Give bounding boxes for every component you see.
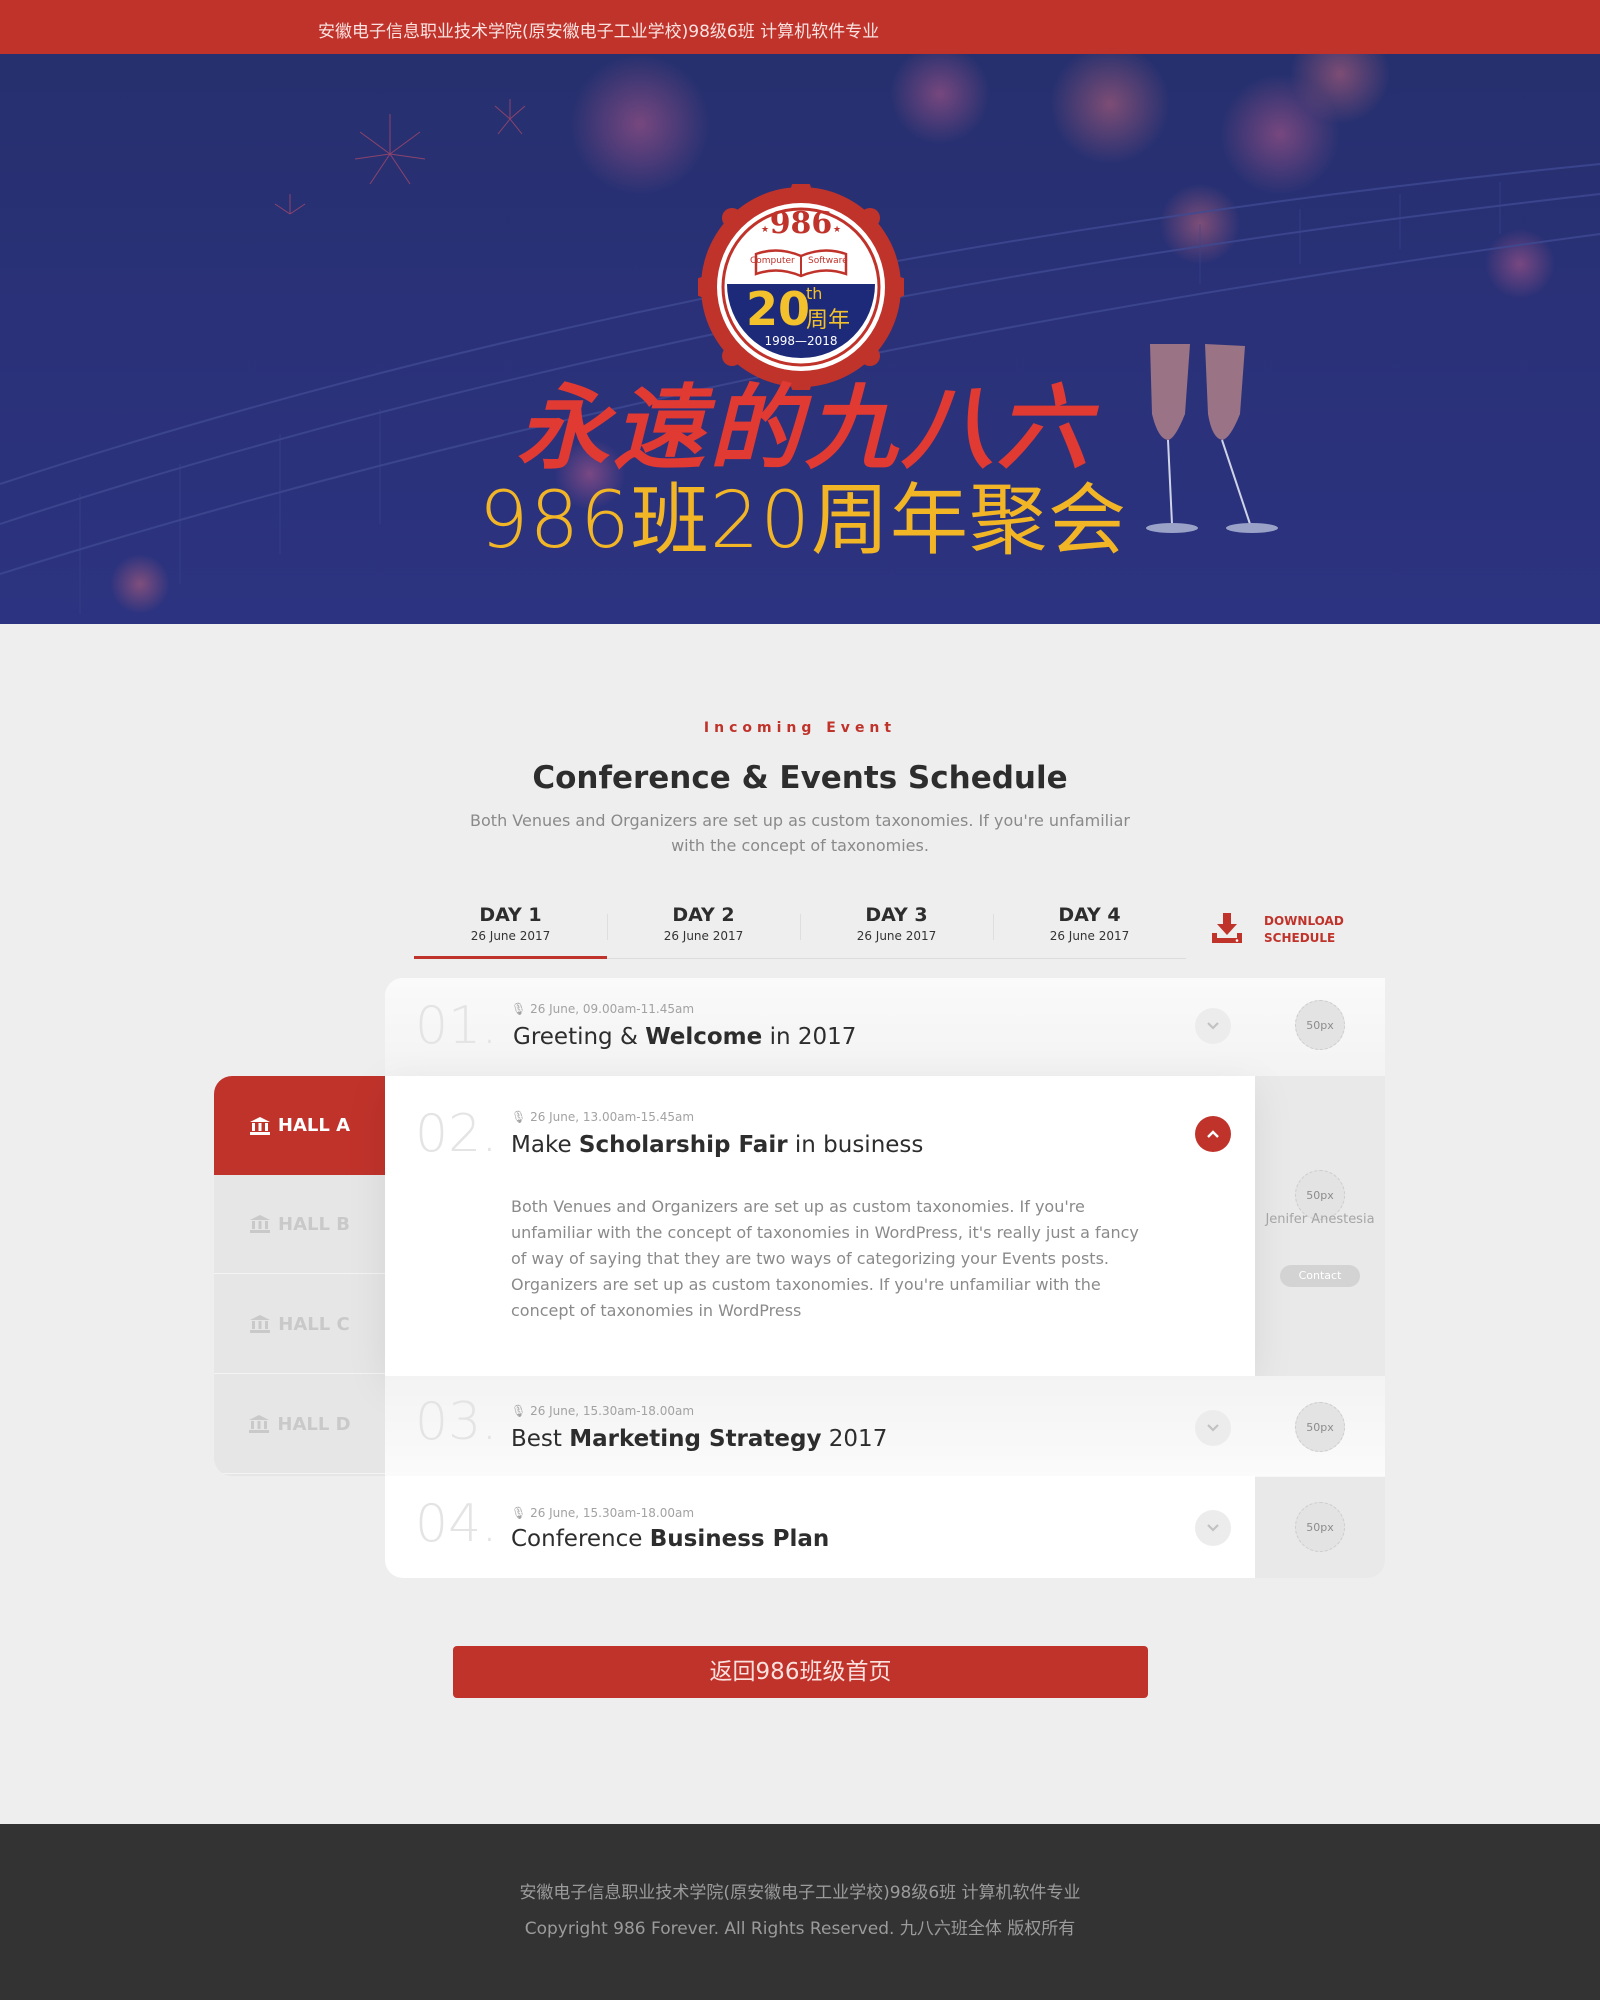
tab-day-date: 26 June 2017 — [663, 929, 744, 943]
badge-number: 986 — [769, 206, 833, 241]
footer: 安徽电子信息职业技术学院(原安徽电子工业学校)98级6班 计算机软件专业 Cop… — [0, 1824, 1600, 2000]
tab-day-date: 26 June 2017 — [470, 929, 551, 943]
chevron-up-icon — [1207, 1130, 1219, 1138]
download-icon — [1212, 913, 1242, 943]
download-label: DOWNLOAD SCHEDULE — [1264, 913, 1344, 947]
hall-label: HALL C — [278, 1313, 350, 1335]
expand-toggle[interactable] — [1195, 1410, 1231, 1446]
top-bar: 安徽电子信息职业技术学院(原安徽电子工业学校)98级6班 计算机软件专业 — [0, 0, 1600, 54]
section-eyebrow: Incoming Event — [703, 720, 897, 736]
event-row-4[interactable]: 04. 🎙 26 June, 15.30am-18.00am Conferenc… — [385, 1476, 1385, 1578]
event-time: 🎙 26 June, 13.00am-15.45am — [511, 1110, 695, 1124]
tab-day-label: DAY 4 — [1058, 904, 1121, 926]
collapse-toggle[interactable] — [1195, 1116, 1231, 1152]
event-time: 🎙 26 June, 15.30am-18.00am — [511, 1404, 695, 1418]
tab-day-2[interactable]: DAY 2 26 June 2017 — [607, 896, 800, 959]
event-title-post: in business — [787, 1132, 924, 1158]
event-title-bold: Business Plan — [649, 1526, 830, 1552]
event-time-text: 26 June, 15.30am-18.00am — [530, 1404, 695, 1418]
event-number: 04. — [415, 1494, 498, 1554]
top-bar-text: 安徽电子信息职业技术学院(原安徽电子工业学校)98级6班 计算机软件专业 — [318, 22, 880, 42]
tab-day-date: 26 June 2017 — [856, 929, 937, 943]
building-icon — [249, 1415, 270, 1433]
event-title-post: in 2017 — [762, 1024, 857, 1050]
hall-item-a[interactable]: HALL A — [214, 1076, 386, 1175]
event-description: Both Venues and Organizers are set up as… — [511, 1197, 1139, 1320]
back-to-home-button[interactable]: 返回986班级首页 — [453, 1646, 1148, 1698]
download-label-line2: SCHEDULE — [1264, 931, 1336, 945]
badge-years: 1998—2018 — [764, 334, 838, 348]
chevron-down-icon — [1207, 1022, 1219, 1030]
tab-day-label: DAY 3 — [865, 904, 928, 926]
event-title: Greeting & Welcome in 2017 — [513, 1024, 856, 1050]
hall-label: HALL B — [278, 1213, 350, 1235]
event-time-text: 26 June, 15.30am-18.00am — [530, 1506, 695, 1520]
hero-subtitle: 986班20周年聚会 — [478, 476, 1128, 566]
day-tabs: DAY 1 26 June 2017 DAY 2 26 June 2017 DA… — [414, 896, 1186, 959]
chevron-down-icon — [1207, 1524, 1219, 1532]
contact-button[interactable]: Contact — [1280, 1265, 1360, 1287]
badge-zhou: 周年 — [806, 308, 851, 333]
building-icon — [250, 1215, 271, 1233]
hall-item-b[interactable]: HALL B — [214, 1175, 386, 1274]
event-time: 🎙 26 June, 09.00am-11.45am — [511, 1002, 695, 1016]
hall-label: HALL D — [277, 1413, 351, 1435]
hall-item-c[interactable]: HALL C — [214, 1275, 386, 1374]
speaker-avatar: 50px — [1295, 1402, 1345, 1452]
hall-label: HALL A — [277, 1115, 351, 1136]
tab-day-date: 26 June 2017 — [1049, 929, 1130, 943]
event-title-bold: Scholarship Fair — [578, 1132, 788, 1158]
tab-day-1[interactable]: DAY 1 26 June 2017 — [414, 896, 607, 959]
download-schedule-button[interactable]: DOWNLOAD SCHEDULE — [1206, 908, 1366, 948]
chevron-down-icon — [1207, 1424, 1219, 1432]
footer-copyright: Copyright 986 Forever. All Rights Reserv… — [524, 1919, 1076, 1939]
tab-day-label: DAY 2 — [672, 904, 735, 926]
expand-toggle[interactable] — [1195, 1510, 1231, 1546]
event-time: 🎙 26 June, 15.30am-18.00am — [511, 1506, 695, 1520]
building-icon — [250, 1315, 271, 1333]
event-number: 03. — [415, 1392, 498, 1452]
badge-suffix: th — [806, 284, 823, 303]
badge-tag-left: Computer — [750, 256, 795, 266]
section-description: Both Venues and Organizers are set up as… — [470, 811, 1130, 855]
event-title: Conference Business Plan — [511, 1526, 829, 1552]
event-title-pre: Conference — [511, 1526, 650, 1552]
hall-item-d[interactable]: HALL D — [214, 1375, 386, 1474]
event-number: 02. — [415, 1104, 498, 1164]
event-row-2[interactable]: 02. 🎙 26 June, 13.00am-15.45am Make Scho… — [385, 1076, 1385, 1376]
event-title: Make Scholarship Fair in business — [511, 1132, 923, 1158]
event-title: Best Marketing Strategy 2017 — [511, 1426, 887, 1452]
event-number: 01. — [415, 996, 498, 1056]
speaker-avatar: 50px — [1295, 1000, 1345, 1050]
event-row-1[interactable]: 01. 🎙 26 June, 09.00am-11.45am Greeting … — [385, 978, 1385, 1076]
champagne-glasses-icon — [1146, 344, 1278, 533]
expand-toggle[interactable] — [1195, 1008, 1231, 1044]
tab-day-label: DAY 1 — [479, 904, 542, 926]
hero-banner: ★ ★ 986 Computer Software 20 th 周年 1998—… — [0, 54, 1600, 624]
speaker-name: Jenifer Anestesia — [1265, 1212, 1375, 1227]
tab-day-4[interactable]: DAY 4 26 June 2017 — [993, 896, 1186, 959]
hall-list: HALL A HALL B HALL C HALL D — [214, 1076, 386, 1476]
speaker-avatar: 50px — [1295, 1502, 1345, 1552]
event-title-bold: Welcome — [645, 1024, 763, 1050]
event-time-text: 26 June, 09.00am-11.45am — [530, 1002, 695, 1016]
footer-school: 安徽电子信息职业技术学院(原安徽电子工业学校)98级6班 计算机软件专业 — [519, 1883, 1081, 1903]
event-title-bold: Marketing Strategy — [569, 1426, 822, 1452]
download-label-line1: DOWNLOAD — [1264, 914, 1344, 928]
event-time-text: 26 June, 13.00am-15.45am — [530, 1110, 695, 1124]
event-title-pre: Make — [511, 1132, 579, 1158]
badge-tag-right: Software — [808, 256, 848, 266]
event-title-post: 2017 — [821, 1426, 888, 1452]
event-title-pre: Greeting & — [513, 1024, 646, 1050]
badge-anniversary: 20 — [746, 282, 811, 336]
section-title: Conference & Events Schedule — [532, 760, 1068, 796]
tab-day-3[interactable]: DAY 3 26 June 2017 — [800, 896, 993, 959]
building-icon — [249, 1116, 270, 1135]
event-row-3[interactable]: 03. 🎙 26 June, 15.30am-18.00am Best Mark… — [385, 1376, 1385, 1476]
event-title-pre: Best — [511, 1426, 570, 1452]
